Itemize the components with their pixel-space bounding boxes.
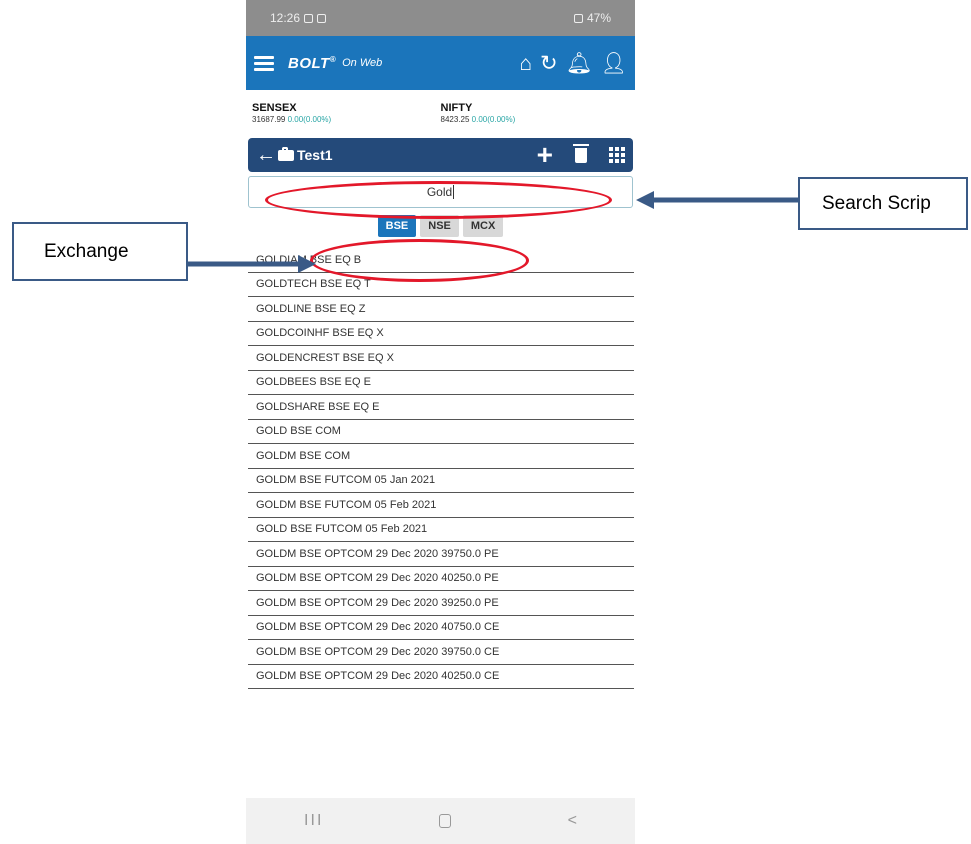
search-arrow-head	[636, 191, 654, 209]
annotation-arrows	[186, 191, 800, 273]
search-scrip-callout: Search Scrip	[798, 177, 968, 230]
exchange-callout: Exchange	[12, 222, 188, 281]
exchange-arrow-head	[298, 255, 316, 273]
search-scrip-label: Search Scrip	[822, 192, 931, 214]
exchange-label: Exchange	[44, 240, 129, 262]
